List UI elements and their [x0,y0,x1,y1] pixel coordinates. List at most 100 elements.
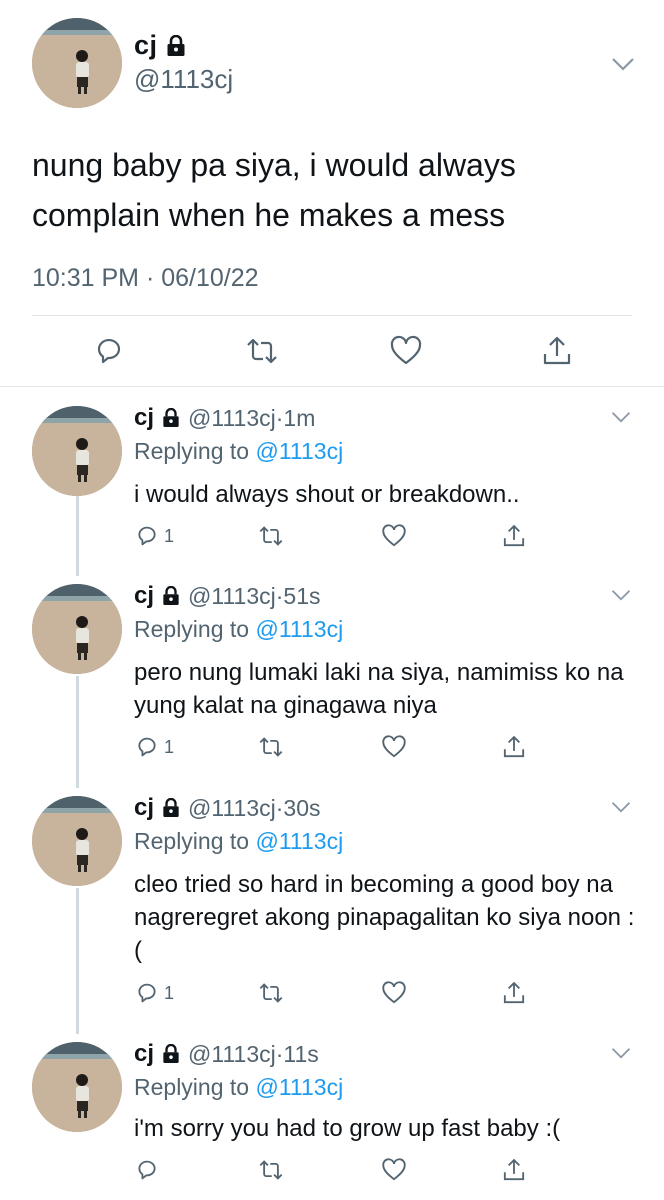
reply-count: 1 [164,736,175,757]
lock-icon [162,408,180,428]
like-button[interactable] [381,1156,407,1184]
share-button[interactable] [501,1156,527,1184]
tweet-timestamp[interactable]: 10:31 PM · 06/10/22 [32,264,259,293]
avatar-photo [32,1042,122,1132]
chevron-down-icon[interactable] [610,410,632,424]
reply-time: 51s [283,582,321,609]
retweet-icon [259,1160,283,1180]
tweet-thread-page: cj @1113cj nung baby pa siya, i would al… [0,0,664,1200]
replying-to: Replying to @1113cj [134,828,343,855]
reply-header[interactable]: cj @1113cj · 30s [134,794,321,822]
like-button[interactable] [381,733,407,761]
reply-header[interactable]: cj @1113cj · 51s [134,582,321,610]
heart-icon [382,981,406,1004]
author-display-name: cj [134,404,155,431]
reply-icon [138,737,156,757]
lock-icon [162,1044,180,1064]
divider [32,315,632,316]
mention-link[interactable]: @1113cj [255,438,343,464]
mention-link[interactable]: @1113cj [255,828,343,854]
mention-link[interactable]: @1113cj [255,616,343,642]
lock-icon [162,586,180,606]
share-icon [503,735,525,758]
replying-to: Replying to @1113cj [134,438,343,465]
reply-text: cleo tried so hard in becoming a good bo… [134,871,635,964]
reply-text: i would always shout or breakdown.. [134,481,520,508]
avatar[interactable] [32,406,122,496]
reply-time: 1m [283,404,316,431]
lock-icon [162,798,180,818]
author-display-name: cj [134,582,155,609]
author-display-name: cj [134,1040,155,1067]
share-icon[interactable] [540,334,574,368]
separator-dot: · [275,404,284,431]
replying-prefix: Replying to [134,616,256,642]
chevron-down-icon[interactable] [610,56,636,72]
avatar[interactable] [32,1042,122,1132]
avatar-photo [32,796,122,886]
avatar[interactable] [32,796,122,886]
retweet-button[interactable] [258,733,284,761]
avatar-photo [32,406,122,496]
reply-time: 30s [283,794,321,821]
replying-prefix: Replying to [134,828,256,854]
avatar-photo [32,18,122,108]
reply-header[interactable]: cj @1113cj · 11s [134,1040,319,1068]
like-button[interactable] [381,979,407,1007]
like-button[interactable] [381,522,407,550]
separator-dot: · [275,1040,284,1067]
author-handle: @1113cj [188,404,276,431]
share-button[interactable] [501,979,527,1007]
author-handle: @1113cj [188,1040,276,1067]
reply-text: pero nung lumaki laki na siya, namimiss … [134,659,624,719]
reply-button[interactable]: 1 [134,733,174,761]
chevron-down-icon[interactable] [610,800,632,814]
retweet-button[interactable] [258,1156,284,1184]
reply-button[interactable] [134,1156,164,1184]
reply-icon [138,526,156,546]
replying-to: Replying to @1113cj [134,616,343,643]
reply-count: 1 [164,982,175,1003]
author-name[interactable]: cj [134,30,186,61]
mention-link[interactable]: @1113cj [255,1074,343,1100]
avatar[interactable] [32,584,122,674]
reply-text: i'm sorry you had to grow up fast baby :… [134,1115,561,1142]
reply-header[interactable]: cj @1113cj · 1m [134,404,315,432]
avatar[interactable] [32,18,122,108]
author-handle[interactable]: @1113cj [134,64,233,95]
chevron-down-icon[interactable] [610,1046,632,1060]
divider [0,386,664,387]
author-display-name: cj [134,30,158,60]
lock-icon [166,34,186,57]
thread-connector [76,676,79,788]
reply-icon [138,983,156,1003]
author-display-name: cj [134,794,155,821]
reply-time: 11s [283,1040,319,1067]
retweet-button[interactable] [258,979,284,1007]
thread-connector [76,496,79,576]
chevron-down-icon[interactable] [610,588,632,602]
share-icon [503,981,525,1004]
heart-icon[interactable] [389,334,423,368]
reply-icon[interactable] [92,334,126,368]
separator-dot: · [275,582,284,609]
retweet-icon[interactable] [245,334,279,368]
reply-button[interactable]: 1 [134,979,174,1007]
share-icon [503,1158,525,1181]
reply-icon [138,1160,156,1180]
share-button[interactable] [501,733,527,761]
retweet-icon [259,983,283,1003]
replying-prefix: Replying to [134,438,256,464]
tweet-text: nung baby pa siya, i would always compla… [32,147,516,233]
share-button[interactable] [501,522,527,550]
reply-button[interactable]: 1 [134,522,174,550]
thread-connector [76,888,79,1034]
heart-icon [382,1158,406,1181]
author-handle: @1113cj [188,794,276,821]
heart-icon [382,524,406,547]
retweet-icon [259,737,283,757]
avatar-photo [32,584,122,674]
retweet-button[interactable] [258,522,284,550]
heart-icon [382,735,406,758]
author-handle: @1113cj [188,582,276,609]
